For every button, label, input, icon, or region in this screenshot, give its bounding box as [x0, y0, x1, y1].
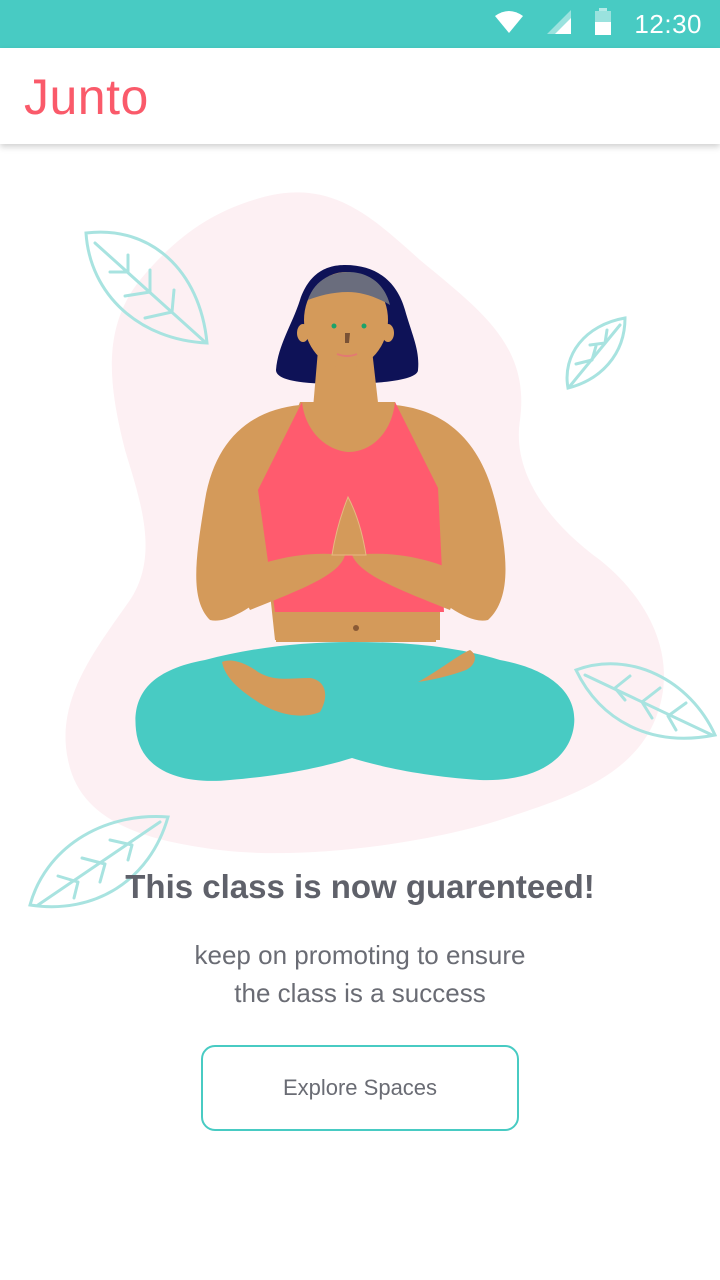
status-time: 12:30 [634, 8, 702, 39]
explore-spaces-button[interactable]: Explore Spaces [201, 1045, 519, 1131]
subtext-line-1: keep on promoting to ensure [194, 940, 526, 970]
status-bar: 12:30 [0, 0, 720, 48]
subtext-line-2: the class is a success [234, 978, 486, 1008]
cellular-signal-icon [546, 9, 572, 40]
status-icons: 12:30 [494, 0, 702, 48]
meditation-illustration [28, 192, 718, 909]
app-bar: Junto [0, 48, 720, 144]
battery-icon [594, 7, 612, 41]
leaf-top-right-icon [565, 316, 627, 390]
subtext: keep on promoting to ensure the class is… [130, 936, 590, 1012]
wifi-icon [494, 10, 524, 39]
headline: This class is now guarenteed! [125, 868, 595, 905]
app-title: Junto [24, 69, 149, 125]
